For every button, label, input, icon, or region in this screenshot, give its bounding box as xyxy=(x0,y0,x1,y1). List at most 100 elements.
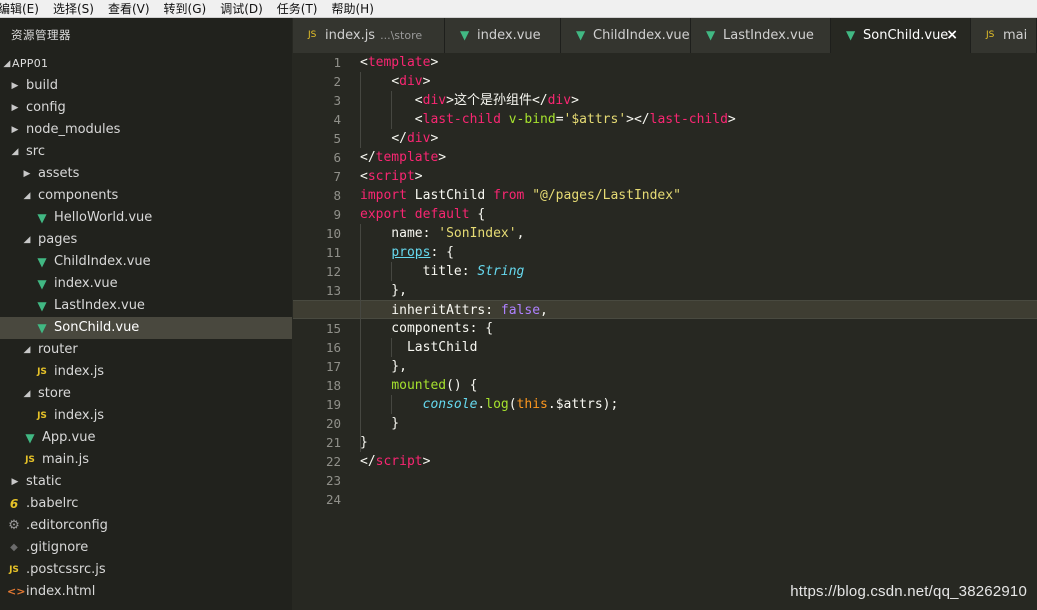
menu-item[interactable]: 选择(S) xyxy=(53,0,94,17)
code-area[interactable]: <template> <div> <div>这个是孙组件</div> <last… xyxy=(293,53,1037,509)
code-line: </script> xyxy=(360,452,1037,471)
menu-item[interactable]: 帮助(H) xyxy=(332,0,374,17)
indent-guide xyxy=(391,395,392,414)
menu-bar: 编辑(E) 选择(S) 查看(V) 转到(G) 调试(D) 任务(T) 帮助(H) xyxy=(0,0,1037,18)
code-token: < xyxy=(414,112,423,127)
explorer-folder[interactable]: ◢ pages xyxy=(0,229,292,251)
code-token: > xyxy=(571,93,579,108)
vue-icon: ▼ xyxy=(37,321,47,335)
vue-icon: ▼ xyxy=(37,299,47,313)
explorer-title: 资源管理器 xyxy=(11,28,71,42)
code-token: { xyxy=(469,207,486,222)
explorer-file[interactable]: ⚙ .editorconfig xyxy=(0,515,292,537)
indent-guide xyxy=(391,338,392,357)
explorer-file[interactable]: JS main.js xyxy=(0,449,292,471)
explorer-file[interactable]: ▼ SonChild.vue xyxy=(0,317,292,339)
explorer-item-label: HelloWorld.vue xyxy=(54,210,153,225)
explorer-folder[interactable]: ◢ src xyxy=(0,141,292,163)
explorer-folder[interactable]: ▶ config xyxy=(0,97,292,119)
explorer-folder[interactable]: ◢ components xyxy=(0,185,292,207)
explorer-file[interactable]: <> index.html xyxy=(0,581,292,603)
code-token: = xyxy=(555,112,564,127)
indent-guide xyxy=(391,262,392,281)
code-line: name: 'SonIndex', xyxy=(360,224,1037,243)
code-token: </ xyxy=(360,150,376,165)
code-line: <last-child v-bind='$attrs'></last-child… xyxy=(360,110,1037,129)
menu-item[interactable]: 查看(V) xyxy=(108,0,150,17)
explorer-folder[interactable]: ◢ store xyxy=(0,383,292,405)
line-number: 17 xyxy=(325,359,341,374)
code-token: from xyxy=(493,188,525,203)
menu-item[interactable]: 转到(G) xyxy=(164,0,207,17)
code-token: name: xyxy=(360,226,439,241)
code-line: }, xyxy=(360,281,1037,300)
code-token: components: { xyxy=(360,321,494,336)
explorer-item-label: SonChild.vue xyxy=(54,320,140,335)
tab-title: LastIndex.vue xyxy=(723,28,814,43)
explorer-item-label: config xyxy=(26,100,66,115)
explorer-file[interactable]: ▼ App.vue xyxy=(0,427,292,449)
tab-title: ChildIndex.vue xyxy=(593,28,690,43)
editor-tab[interactable]: ▼ index.vue xyxy=(445,18,561,53)
explorer-item-label: main.js xyxy=(42,452,89,467)
editor-tab[interactable]: JS index.js ...\store xyxy=(293,18,445,53)
explorer-folder[interactable]: ▶ node_modules xyxy=(0,119,292,141)
explorer-item-label: node_modules xyxy=(26,122,121,137)
vue-icon: ▼ xyxy=(37,255,47,269)
explorer-file[interactable]: ▼ index.vue xyxy=(0,273,292,295)
explorer-folder[interactable]: ▶ assets xyxy=(0,163,292,185)
code-token: > xyxy=(414,169,423,184)
explorer-file[interactable]: JS .postcssrc.js xyxy=(0,559,292,581)
code-token: > xyxy=(438,150,447,165)
menu-item[interactable]: 编辑(E) xyxy=(0,0,39,17)
explorer-file[interactable]: 6 .babelrc xyxy=(0,493,292,515)
editor-tab-bar: JS index.js ...\store ▼ index.vue ▼ ChildIndex… xyxy=(293,18,1037,53)
menu-item[interactable]: 任务(T) xyxy=(277,0,318,17)
code-line: } xyxy=(360,414,1037,433)
menu-item[interactable]: 调试(D) xyxy=(220,0,263,17)
explorer-folder[interactable]: ▶ build xyxy=(0,75,292,97)
explorer-item-label: static xyxy=(26,474,62,489)
explorer-item-label: App.vue xyxy=(42,430,96,445)
code-token: , xyxy=(516,226,525,241)
explorer-file[interactable]: ◆ .gitignore xyxy=(0,537,292,559)
code-editor[interactable]: 123456789101112131415161718192021222324 … xyxy=(293,53,1037,610)
js-file-icon: JS xyxy=(986,30,995,40)
tab-title: index.vue xyxy=(477,28,541,43)
explorer-file[interactable]: ▼ ChildIndex.vue xyxy=(0,251,292,273)
code-line: components: { xyxy=(360,319,1037,338)
code-line: inheritAttrs: false, xyxy=(293,300,1037,319)
js-file-icon: JS xyxy=(37,367,47,377)
code-token: template xyxy=(375,150,439,165)
explorer-item-label: index.html xyxy=(26,584,96,599)
html-file-icon: <> xyxy=(7,585,26,598)
editor-tab[interactable]: ▼ ChildIndex.vue xyxy=(561,18,691,53)
explorer-file[interactable]: ▼ LastIndex.vue xyxy=(0,295,292,317)
explorer-file[interactable]: JS index.js xyxy=(0,405,292,427)
code-token: < xyxy=(391,74,400,89)
close-icon[interactable]: × xyxy=(946,18,958,53)
vue-icon: ▼ xyxy=(576,28,586,42)
explorer-folder[interactable]: ▶ static xyxy=(0,471,292,493)
tab-title: mai xyxy=(1003,28,1028,43)
line-number: 13 xyxy=(325,283,341,298)
explorer-file[interactable]: JS index.js xyxy=(0,361,292,383)
explorer-file[interactable]: ▼ HelloWorld.vue xyxy=(0,207,292,229)
code-line: <div> xyxy=(360,72,1037,91)
editor-tab[interactable]: ▼ LastIndex.vue xyxy=(691,18,831,53)
line-number: 11 xyxy=(325,245,341,260)
explorer-item-label: assets xyxy=(38,166,80,181)
explorer-root-folder[interactable]: ◢ APP01 xyxy=(0,53,292,75)
editor-tab[interactable]: ▼ SonChild.vue × xyxy=(831,18,971,53)
vue-icon: ▼ xyxy=(25,431,35,445)
line-number: 10 xyxy=(325,226,341,241)
code-token: "@/pages/LastIndex" xyxy=(532,188,681,203)
editor-tab[interactable]: JS mai xyxy=(971,18,1037,53)
explorer-folder[interactable]: ◢ router xyxy=(0,339,292,361)
